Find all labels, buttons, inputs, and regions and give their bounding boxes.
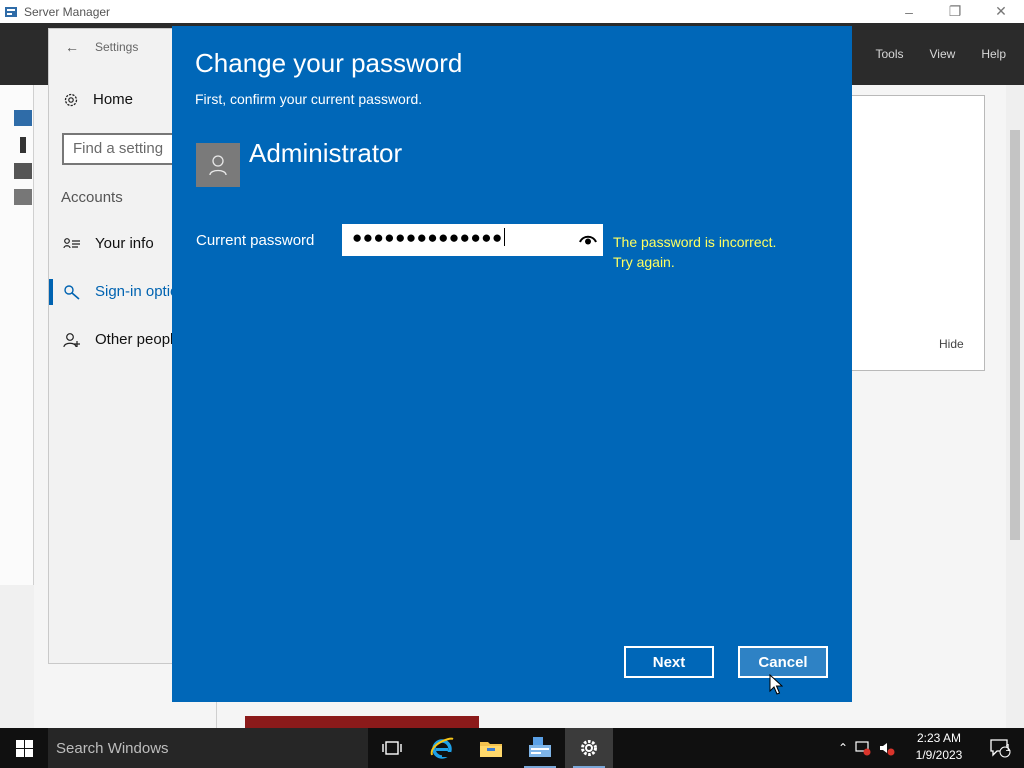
person-add-icon xyxy=(63,332,80,347)
clock-date: 1/9/2023 xyxy=(915,748,963,762)
sidebar-item-label: Other people xyxy=(95,331,182,348)
text-caret xyxy=(503,228,505,246)
contact-card-icon xyxy=(63,237,80,248)
chevron-up-icon[interactable]: ⌃ xyxy=(838,741,848,755)
user-icon xyxy=(209,155,227,176)
taskbar: Search Windows ⌃ 2:23 AM 1/9/2023 1 xyxy=(0,728,1024,768)
server-manager-menu: Tools View Help xyxy=(850,23,1007,85)
panel-hide-link[interactable]: Hide xyxy=(939,337,964,351)
settings-title: Settings xyxy=(95,40,139,54)
back-arrow-icon[interactable]: ← xyxy=(49,39,95,55)
dialog-subtitle: First, confirm your current password. xyxy=(195,91,423,107)
taskbar-search-box[interactable]: Search Windows xyxy=(48,728,368,768)
eye-icon[interactable] xyxy=(579,232,597,248)
clock-time: 2:23 AM xyxy=(916,731,962,745)
server-manager-titlebar: Server Manager – ❐ ✕ xyxy=(0,0,1024,23)
gear-icon[interactable] xyxy=(565,728,613,768)
mouse-cursor-icon xyxy=(769,674,783,695)
windows-logo-icon[interactable] xyxy=(0,728,48,768)
network-error-icon[interactable] xyxy=(854,740,872,756)
cancel-button[interactable]: Cancel xyxy=(738,646,828,678)
action-center-icon[interactable]: 1 xyxy=(980,728,1020,768)
account-name: Administrator xyxy=(249,138,403,168)
password-value: ●●●●●●●●●●●●●● xyxy=(352,228,505,248)
menu-help[interactable]: Help xyxy=(981,47,1006,61)
server-manager-title: Server Manager xyxy=(24,4,111,19)
password-error-message: The password is incorrect. Try again. xyxy=(613,232,776,272)
dashboard-nav-icon[interactable] xyxy=(14,110,32,126)
server-manager-icon[interactable] xyxy=(516,728,564,768)
local-server-nav-icon[interactable] xyxy=(20,137,26,153)
menu-tools[interactable]: Tools xyxy=(876,47,904,61)
home-label: Home xyxy=(93,91,134,108)
taskbar-clock[interactable]: 2:23 AM 1/9/2023 xyxy=(904,730,974,764)
volume-muted-icon[interactable] xyxy=(878,740,896,756)
error-line: Try again. xyxy=(613,254,675,270)
file-explorer-icon[interactable] xyxy=(467,728,515,768)
menu-view[interactable]: View xyxy=(930,47,956,61)
server-manager-panel xyxy=(850,95,985,371)
divider xyxy=(216,702,217,728)
next-button[interactable]: Next xyxy=(624,646,714,678)
dialog-title: Change your password xyxy=(195,48,463,78)
all-servers-nav-icon[interactable] xyxy=(14,163,32,179)
error-line: The password is incorrect. xyxy=(613,234,777,250)
masked-password: ●●●●●●●●●●●●●● xyxy=(352,228,503,247)
internet-explorer-icon[interactable] xyxy=(418,728,466,768)
minimize-icon[interactable]: – xyxy=(886,0,932,23)
selection-indicator xyxy=(49,279,53,305)
notification-count: 1 xyxy=(1005,743,1011,754)
scrollbar-thumb[interactable] xyxy=(1010,130,1020,540)
change-password-dialog: Change your password First, confirm your… xyxy=(172,26,852,702)
current-password-label: Current password xyxy=(196,232,315,249)
red-status-bar xyxy=(245,716,479,728)
restore-icon[interactable]: ❐ xyxy=(932,0,978,23)
accounts-section-label: Accounts xyxy=(61,189,123,206)
sidebar-item-label: Your info xyxy=(95,235,154,252)
server-manager-left-nav xyxy=(0,85,34,585)
close-icon[interactable]: ✕ xyxy=(978,0,1024,23)
file-services-nav-icon[interactable] xyxy=(14,189,32,205)
key-icon xyxy=(64,284,80,300)
user-avatar xyxy=(196,143,240,187)
settings-home-item[interactable]: Home xyxy=(63,91,133,108)
system-tray: ⌃ xyxy=(838,728,896,768)
current-password-input[interactable]: ●●●●●●●●●●●●●● xyxy=(342,224,603,256)
gear-icon xyxy=(64,93,78,106)
server-manager-app-icon xyxy=(4,5,18,19)
task-view-icon[interactable] xyxy=(368,728,416,768)
